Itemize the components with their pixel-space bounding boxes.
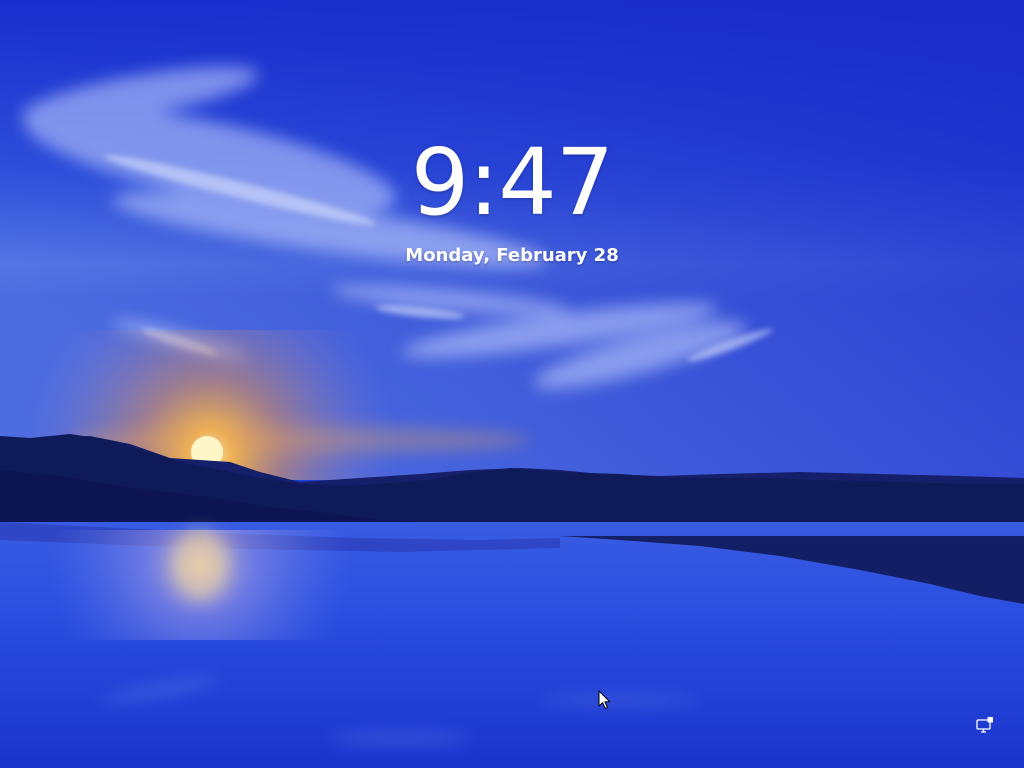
mouse-pointer-icon (598, 690, 611, 709)
lock-screen[interactable]: 9:47 Monday, February 28 (0, 0, 1024, 768)
clock-time: 9:47 (410, 129, 615, 236)
network-monitor-icon[interactable] (975, 716, 995, 734)
wallpaper-image (0, 0, 1024, 768)
clock-date: Monday, February 28 (405, 245, 619, 266)
